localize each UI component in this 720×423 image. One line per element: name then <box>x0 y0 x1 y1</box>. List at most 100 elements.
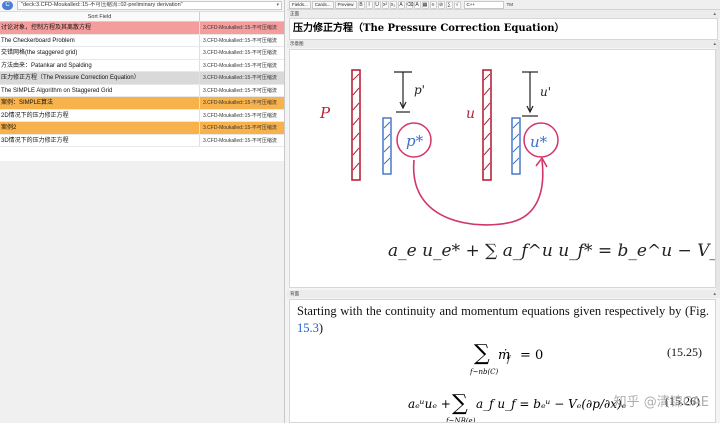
format-icon[interactable]: ∑ <box>445 0 453 9</box>
p-prime-arrow <box>394 71 412 113</box>
u-label: u <box>466 106 475 122</box>
field-label-back: 背面 ▴ <box>287 290 720 298</box>
format-icon[interactable]: √ <box>453 0 461 9</box>
front-field[interactable]: 压力修正方程（The Pressure Correction Equation） <box>289 18 718 40</box>
answer-text: Starting with the continuity and momentu… <box>297 304 709 318</box>
scrollbar[interactable] <box>716 40 720 290</box>
svg-text:a_f u_f = bₑᵘ − Vₑ(∂p/∂x)ₑ: a_f u_f = bₑᵘ − Vₑ(∂p/∂x)ₑ <box>476 397 627 411</box>
format-icon[interactable]: U <box>373 0 381 9</box>
staggered-cell-left <box>351 69 361 181</box>
table-row[interactable]: 方法由来：Patankar and Spalding 3.CFD-Moukalle… <box>0 59 284 72</box>
back-field[interactable]: Starting with the continuity and momentu… <box>289 299 716 423</box>
table-row[interactable]: 案例：SIMPLE算法 3.CFD-Moukalled::15-不可压缩流 <box>0 97 284 110</box>
cell-deck: 3.CFD-Moukalled::15-不可压缩流 <box>203 62 277 69</box>
format-icon[interactable]: I <box>365 0 373 9</box>
search-input[interactable]: "deck:3.CFD-Moukalled::15-不可压缩流::02-prel… <box>17 1 282 10</box>
sidebar-toggle-button[interactable]: C <box>2 1 13 10</box>
equation-continuity: ∑ f~nb(C) ṁ f = 0 (15.25) <box>469 341 710 376</box>
field-label-front: 正面 ▴ <box>287 10 720 18</box>
column-header-sort-field[interactable]: Sort Field <box>0 12 200 21</box>
connection-arc <box>413 159 544 226</box>
u-prime-arrow <box>522 71 538 117</box>
cell-sort-field: 案例：SIMPLE算法 <box>0 97 200 109</box>
cell-deck: 3.CFD-Moukalled::15-不可压缩流 <box>203 87 277 94</box>
format-icon[interactable]: ⊘ <box>437 0 445 9</box>
answer-paragraph: Starting with the continuity and momentu… <box>290 300 715 337</box>
table-row[interactable]: 压力修正方程（The Pressure Correction Equation）… <box>0 72 284 85</box>
card-rows: 讨论对象，控制方程及其离散方程 3.CFD-Moukalled::15-不可压缩流… <box>0 22 284 147</box>
cell-deck: 3.CFD-Moukalled::15-不可压缩流 <box>203 112 277 119</box>
language-select[interactable]: C++ <box>463 0 504 9</box>
anki-browser-window: C "deck:3.CFD-Moukalled::15-不可压缩流::02-pr… <box>0 0 720 423</box>
cell-sort-field: 压力修正方程（The Pressure Correction Equation） <box>0 72 200 84</box>
toolbar-tail-text: TM <box>506 2 514 7</box>
cell-sort-field: The SIMPLE Algorithm on Staggered Grid <box>0 84 200 96</box>
field-label-image: 示意图 ▴ <box>287 40 720 48</box>
watermark: 知乎 @清锦CAE <box>613 395 709 410</box>
staggered-cell-right <box>482 69 492 181</box>
p-label: P <box>319 104 331 122</box>
svg-text:= 0: = 0 <box>520 348 543 363</box>
u-prime-label: u' <box>540 85 551 99</box>
image-label-text: 示意图 <box>290 41 304 46</box>
cell-sort-field: 讨论对象，控制方程及其离散方程 <box>0 22 200 34</box>
svg-text:aₑᵘuₑ +: aₑᵘuₑ + <box>408 397 451 411</box>
format-icon[interactable]: ▦ <box>421 0 429 9</box>
cell-sort-field: 案例2 <box>0 122 200 134</box>
cell-deck: 3.CFD-Moukalled::15-不可压缩流 <box>203 100 277 106</box>
momentum-formula: aₑᵘuₑ + ∑ f~NB(e) a_f u_f = bₑᵘ − Vₑ(∂p/… <box>408 391 627 422</box>
column-header-deck[interactable] <box>200 12 284 21</box>
list-empty-area <box>0 161 284 423</box>
svg-text:∑: ∑ <box>474 342 490 366</box>
format-icon[interactable]: B <box>357 0 365 9</box>
format-icon[interactable]: ⌫ <box>405 0 414 9</box>
format-icon[interactable]: x² <box>381 0 389 9</box>
table-row[interactable]: The Checkerboard Problem 3.CFD-Moukalled:… <box>0 34 284 47</box>
table-row[interactable]: 讨论对象，控制方程及其离散方程 3.CFD-Moukalled::15-不可压缩流 <box>0 22 284 35</box>
cell-sort-field: 3D情况下的压力修正方程 <box>0 134 200 146</box>
search-bar: C "deck:3.CFD-Moukalled::15-不可压缩流::02-pr… <box>0 0 284 12</box>
equation-number: (15.25) <box>667 345 702 359</box>
fields-button[interactable]: Fields... <box>289 0 311 9</box>
cell-sort-field: 交错网格(the staggered grid) <box>0 47 200 59</box>
cell-deck: 3.CFD-Moukalled::15-不可压缩流 <box>203 75 277 81</box>
format-icon[interactable]: ≡ <box>429 0 437 9</box>
table-row[interactable]: 2D情况下的压力修正方程 3.CFD-Moukalled::15-不可压缩流 <box>0 109 284 122</box>
cell-sort-field: The Checkerboard Problem <box>0 34 200 46</box>
p-star-label: p* <box>406 132 424 150</box>
collapse-icon[interactable]: ▴ <box>713 10 716 18</box>
svg-text:f~nb(C): f~nb(C) <box>470 368 499 376</box>
cell-deck: 3.CFD-Moukalled::15-不可压缩流 <box>203 50 277 56</box>
format-icon[interactable]: A <box>413 0 421 9</box>
back-label-text: 背面 <box>290 291 299 296</box>
cell-deck: 3.CFD-Moukalled::15-不可压缩流 <box>203 137 277 144</box>
table-row[interactable]: 3D情况下的压力修正方程 3.CFD-Moukalled::15-不可压缩流 <box>0 134 284 147</box>
table-row[interactable]: The SIMPLE Algorithm on Staggered Grid 3.… <box>0 84 284 97</box>
collapse-icon[interactable]: ▴ <box>713 290 716 298</box>
table-row[interactable]: 交错网格(the staggered grid) 3.CFD-Moukalled:… <box>0 47 284 60</box>
front-label-text: 正面 <box>290 11 299 16</box>
search-query: "deck:3.CFD-Moukalled::15-不可压缩流::02-prel… <box>21 2 183 8</box>
answer-text-end: ) <box>318 321 324 335</box>
editor-toolbar: Fields... Cards... Preview B I Ux² x₂ A ⌫ A ▦ ≡ ⊘… <box>287 0 720 10</box>
cell-deck: 3.CFD-Moukalled::15-不可压缩流 <box>203 37 277 44</box>
svg-text:f: f <box>506 355 512 364</box>
chevron-down-icon[interactable]: ▾ <box>276 2 279 9</box>
format-icon[interactable]: A <box>397 0 405 9</box>
format-buttons: B I Ux² x₂ A ⌫ A ▦ ≡ ⊘ ∑ √ <box>357 0 461 9</box>
cell-sort-field: 2D情况下的压力修正方程 <box>0 109 200 121</box>
p-prime-label: p' <box>414 83 425 97</box>
preview-button[interactable]: Preview <box>334 0 357 9</box>
continuity-formula: ∑ f~nb(C) ṁ f = 0 <box>469 341 543 376</box>
column-headers: Sort Field <box>0 12 284 22</box>
figure-link[interactable]: 15.3 <box>297 321 319 335</box>
cards-button[interactable]: Cards... <box>311 0 334 9</box>
velocity-cell-right <box>511 117 521 175</box>
image-field[interactable]: P p' p* u u' u* a_e u_e* + ∑ a_f^u u_f* … <box>289 49 716 288</box>
sketch-equation: a_e u_e* + ∑ a_f^u u_f* = b_e^u − V_e (∂… <box>388 241 716 261</box>
editor-pane: Fields... Cards... Preview B I Ux² x₂ A ⌫ A ▦ ≡ ⊘… <box>287 0 720 423</box>
format-icon[interactable]: x₂ <box>389 0 397 9</box>
handwritten-sketch: P p' p* u u' u* a_e u_e* + ∑ a_f^u u_f* … <box>319 69 716 261</box>
table-row[interactable]: 案例2 3.CFD-Moukalled::15-不可压缩流 <box>0 122 284 135</box>
svg-text:∑: ∑ <box>452 391 468 416</box>
